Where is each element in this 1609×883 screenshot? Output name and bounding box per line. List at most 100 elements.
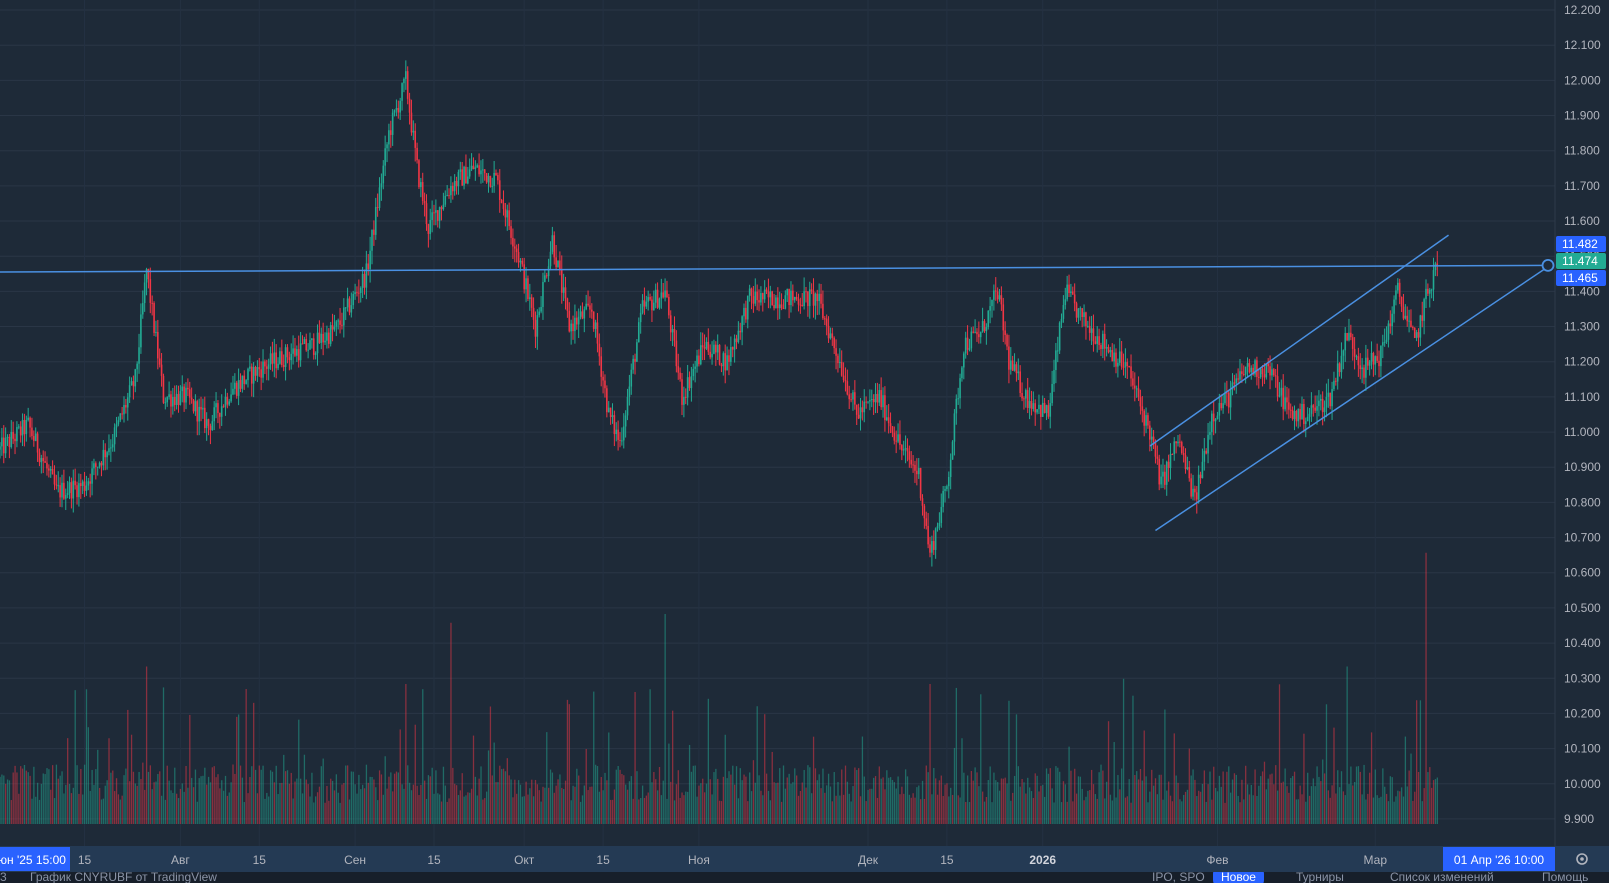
- candle-body-up[interactable]: [1246, 363, 1249, 367]
- candle-body-up[interactable]: [1319, 398, 1322, 401]
- drawing-anchor-handle[interactable]: [1541, 258, 1555, 272]
- candle-body-down[interactable]: [750, 288, 753, 297]
- candle-body-up[interactable]: [525, 278, 527, 290]
- candle-body-up[interactable]: [1165, 461, 1168, 485]
- candle-body-down[interactable]: [48, 468, 50, 471]
- candle-body-down[interactable]: [436, 210, 439, 221]
- candle-body-down[interactable]: [1237, 378, 1239, 380]
- candle-body-up[interactable]: [420, 182, 422, 188]
- candle-body-down[interactable]: [1184, 455, 1187, 470]
- candle-body-down[interactable]: [758, 300, 760, 303]
- candle-body-up[interactable]: [1368, 361, 1371, 366]
- candle-body-up[interactable]: [350, 305, 353, 313]
- candle-body-down[interactable]: [42, 457, 45, 462]
- candle-body-up[interactable]: [386, 144, 388, 149]
- candle-body-down[interactable]: [773, 305, 775, 309]
- candle-body-down[interactable]: [833, 337, 835, 349]
- candle-body-down[interactable]: [910, 459, 913, 465]
- candle-body-up[interactable]: [361, 273, 364, 288]
- candle-body-down[interactable]: [925, 518, 928, 526]
- candle-body-down[interactable]: [846, 381, 849, 395]
- candle-body-up[interactable]: [506, 210, 509, 218]
- candle-body-up[interactable]: [1415, 332, 1418, 338]
- candle-body-up[interactable]: [1113, 352, 1115, 362]
- candle-body-down[interactable]: [927, 525, 929, 545]
- candle-body-down[interactable]: [1363, 367, 1365, 378]
- candle-body-down[interactable]: [504, 208, 507, 218]
- candle-body-up[interactable]: [412, 130, 415, 133]
- candle-body-down[interactable]: [451, 185, 454, 192]
- candle-body-down[interactable]: [745, 307, 747, 320]
- candle-body-up[interactable]: [4, 437, 7, 454]
- candle-body-up[interactable]: [1083, 312, 1085, 318]
- candle-body-up[interactable]: [164, 402, 167, 404]
- candle-body-down[interactable]: [38, 452, 41, 463]
- candle-body-down[interactable]: [978, 334, 980, 338]
- candle-body-down[interactable]: [510, 226, 512, 238]
- candle-body-down[interactable]: [1040, 404, 1042, 417]
- candle-body-down[interactable]: [1312, 405, 1315, 408]
- candle-body-up[interactable]: [658, 298, 661, 308]
- candle-body-up[interactable]: [27, 417, 29, 420]
- candle-body-down[interactable]: [820, 293, 822, 304]
- changelog-link[interactable]: Список изменений: [1390, 872, 1494, 883]
- candle-body-down[interactable]: [1130, 366, 1132, 379]
- candle-body-up[interactable]: [1428, 289, 1431, 294]
- candle-body-up[interactable]: [1229, 389, 1232, 408]
- candle-body-down[interactable]: [44, 461, 46, 463]
- candle-body-down[interactable]: [23, 419, 26, 435]
- candle-body-up[interactable]: [1045, 405, 1048, 413]
- candle-body-down[interactable]: [1389, 323, 1392, 327]
- candle-body-up[interactable]: [249, 366, 251, 369]
- candle-body-down[interactable]: [1194, 488, 1196, 493]
- candle-body-down[interactable]: [74, 480, 76, 486]
- candle-body-up[interactable]: [49, 468, 52, 471]
- candle-body-down[interactable]: [455, 180, 458, 187]
- candle-body-down[interactable]: [508, 210, 510, 227]
- candle-body-down[interactable]: [478, 165, 480, 175]
- candle-body-down[interactable]: [1314, 407, 1316, 411]
- candle-body-down[interactable]: [1111, 350, 1114, 362]
- candle-body-up[interactable]: [175, 393, 178, 406]
- candle-body-down[interactable]: [414, 130, 417, 148]
- candle-body-down[interactable]: [264, 361, 266, 367]
- candle-body-up[interactable]: [1145, 415, 1147, 426]
- candle-body-down[interactable]: [489, 175, 492, 187]
- candle-body-down[interactable]: [203, 407, 206, 429]
- candle-body-up[interactable]: [1041, 402, 1044, 417]
- candle-body-down[interactable]: [1006, 335, 1008, 347]
- candle-body-up[interactable]: [544, 275, 546, 283]
- candle-body-up[interactable]: [1013, 364, 1016, 371]
- candle-body-up[interactable]: [1216, 415, 1219, 420]
- candle-body-down[interactable]: [919, 468, 922, 499]
- candle-body-up[interactable]: [694, 366, 696, 369]
- candle-body-up[interactable]: [292, 348, 294, 354]
- candle-body-up[interactable]: [1425, 288, 1427, 300]
- candle-body-up[interactable]: [279, 351, 281, 364]
- candle-body-down[interactable]: [1406, 315, 1409, 322]
- candle-body-down[interactable]: [1199, 474, 1202, 479]
- candle-body-up[interactable]: [579, 311, 582, 317]
- candle-body-down[interactable]: [1417, 332, 1420, 338]
- candle-body-up[interactable]: [769, 291, 772, 298]
- candle-body-up[interactable]: [391, 112, 394, 135]
- candle-body-down[interactable]: [177, 393, 180, 405]
- candle-body-down[interactable]: [1158, 458, 1161, 485]
- candle-body-down[interactable]: [1220, 403, 1223, 409]
- candle-body-up[interactable]: [1218, 403, 1221, 416]
- candle-body-down[interactable]: [70, 482, 73, 499]
- candle-body-up[interactable]: [1162, 471, 1164, 477]
- candle-body-up[interactable]: [993, 290, 995, 300]
- candle-body-down[interactable]: [1288, 402, 1290, 410]
- candle-body-down[interactable]: [318, 332, 321, 343]
- candle-body-down[interactable]: [356, 292, 358, 294]
- candle-body-down[interactable]: [534, 319, 537, 337]
- candle-body-up[interactable]: [542, 282, 544, 307]
- candle-body-up[interactable]: [491, 185, 494, 187]
- candle-body-down[interactable]: [1188, 467, 1191, 479]
- candle-body-up[interactable]: [1064, 299, 1067, 306]
- candle-body-up[interactable]: [1323, 407, 1326, 413]
- candle-body-up[interactable]: [309, 340, 311, 350]
- candle-body-up[interactable]: [113, 427, 116, 445]
- candle-body-up[interactable]: [1306, 416, 1309, 422]
